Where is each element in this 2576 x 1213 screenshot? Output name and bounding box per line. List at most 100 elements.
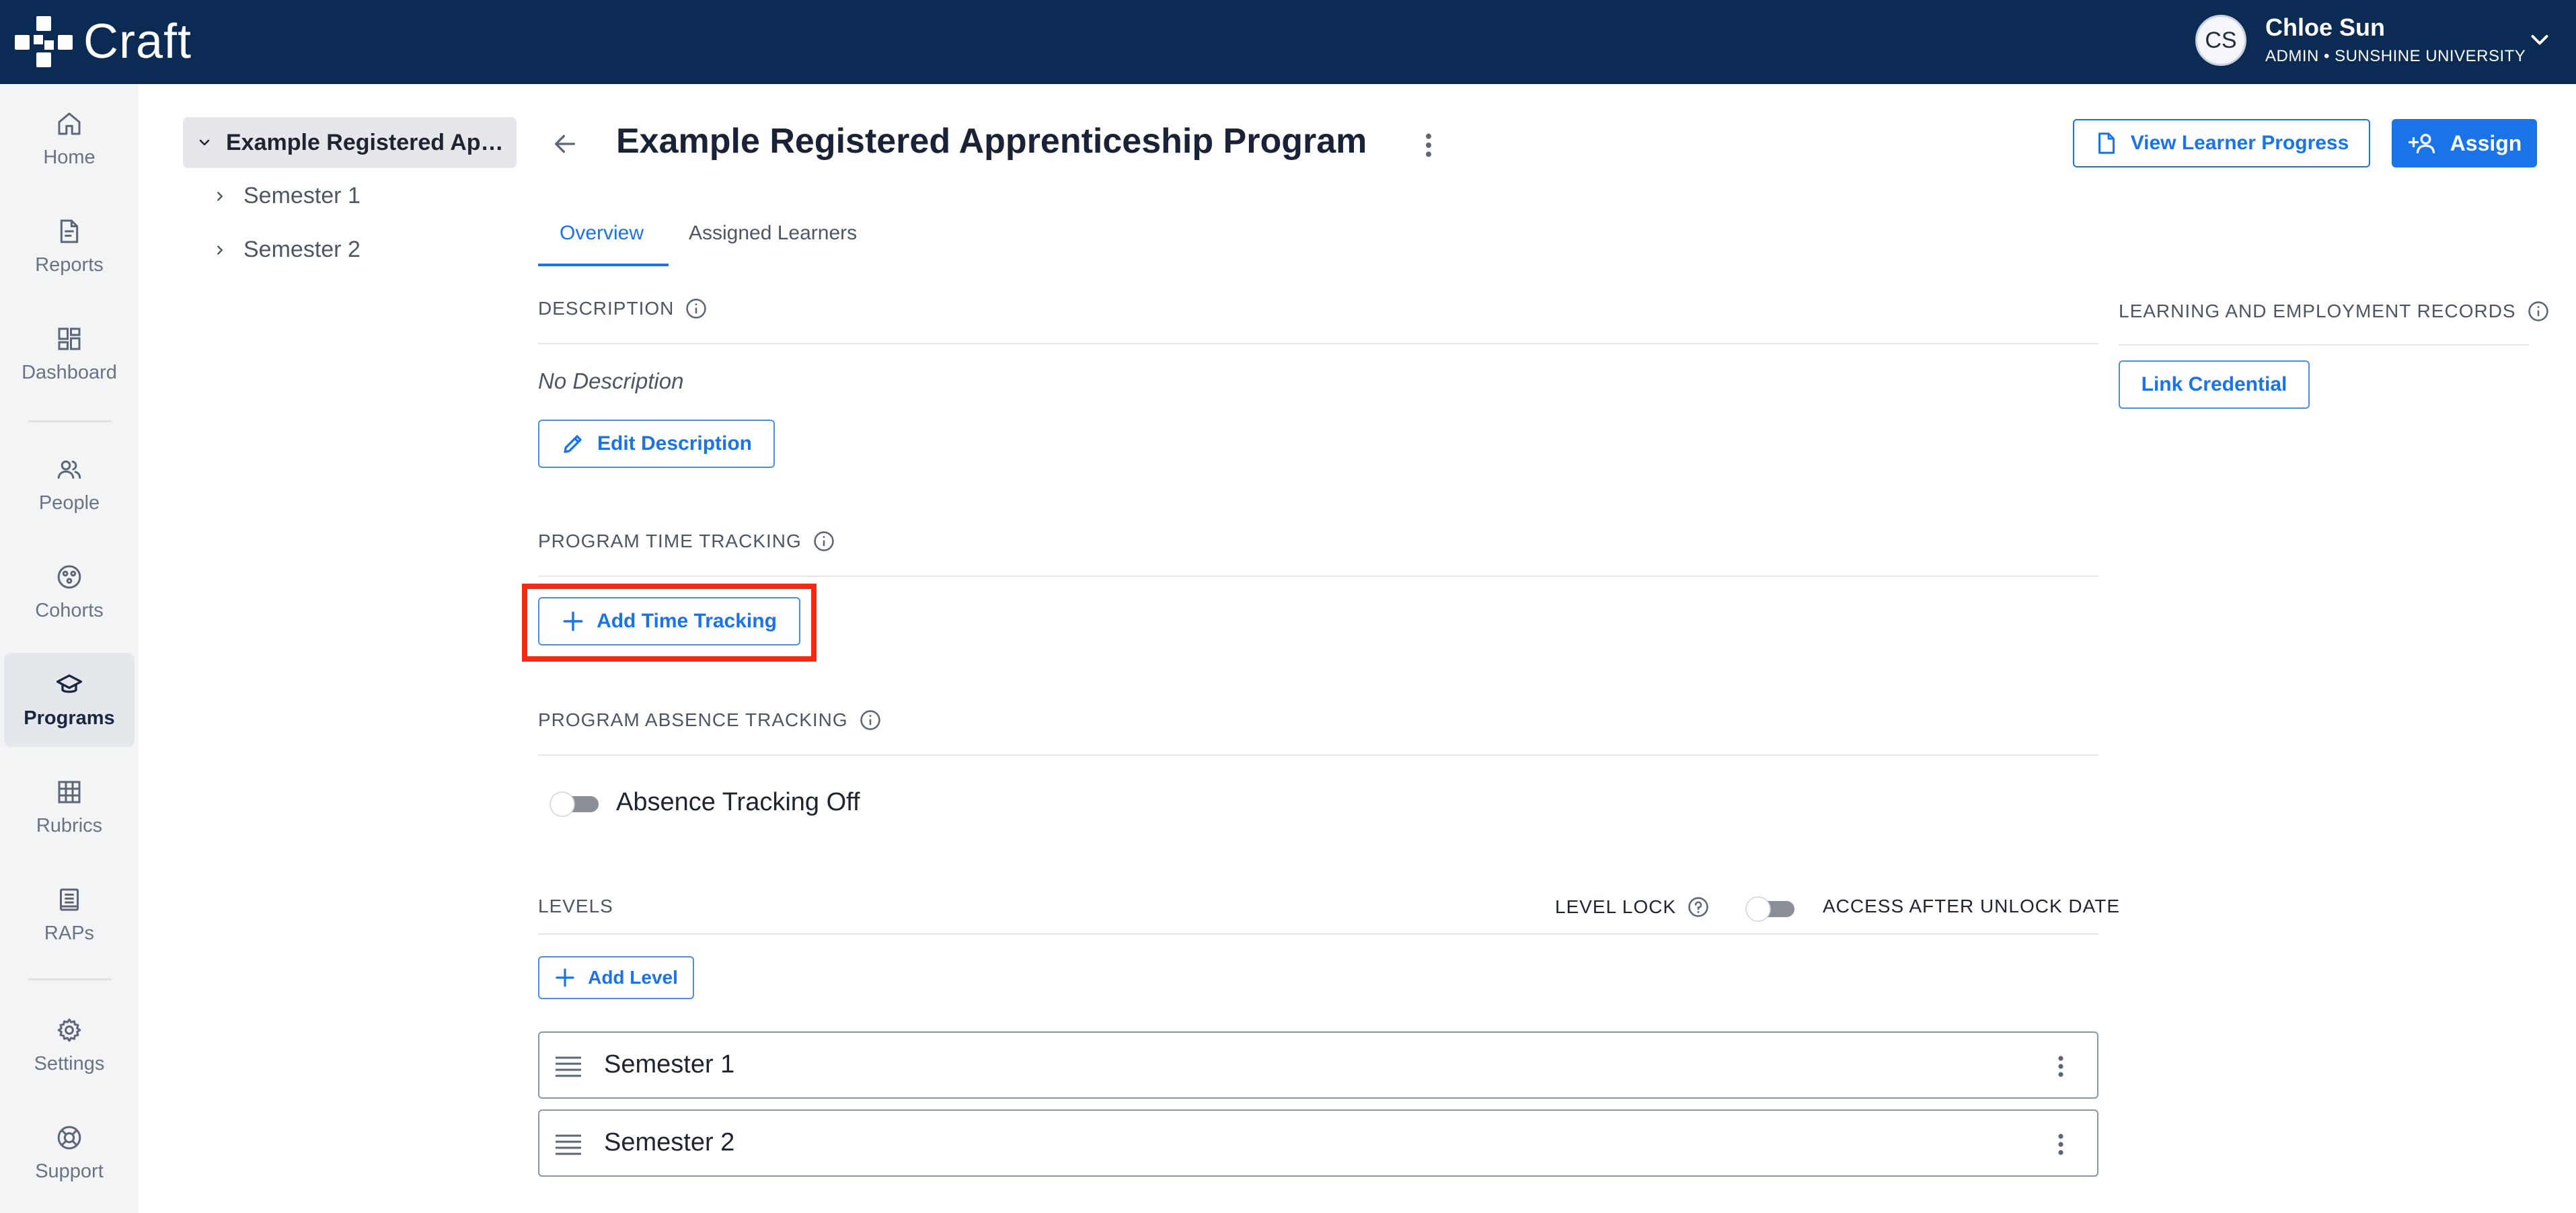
tree-item-label: Semester 2 [243, 237, 361, 262]
level-row-semester-1[interactable]: Semester 1 [538, 1031, 2098, 1099]
document-icon [2098, 132, 2115, 154]
app-name: Craft [83, 15, 192, 69]
view-learner-progress-label: View Learner Progress [2130, 132, 2349, 154]
sidebar-item-programs[interactable]: Programs [4, 653, 135, 747]
plus-icon [556, 968, 574, 987]
divider [538, 933, 2098, 935]
active-tab-indicator [538, 264, 669, 266]
info-icon[interactable] [2527, 300, 2550, 323]
level-row-semester-2[interactable]: Semester 2 [538, 1109, 2098, 1177]
info-icon[interactable] [812, 530, 835, 553]
sidebar-item-people[interactable]: People [4, 438, 135, 532]
document-icon [60, 219, 79, 243]
craft-logo-icon [15, 16, 73, 67]
absence-tracking-toggle[interactable] [547, 788, 603, 818]
edit-description-label: Edit Description [597, 432, 753, 455]
tree-root-item[interactable]: Example Registered Apprenticeship Progra… [183, 117, 517, 168]
level-lock-text: LEVEL LOCK [1555, 896, 1677, 917]
sidebar-item-cohorts[interactable]: Cohorts [4, 545, 135, 639]
chevron-down-icon[interactable] [196, 134, 213, 151]
level-lock-label: LEVEL LOCK [1555, 896, 1710, 918]
more-options-icon[interactable] [2054, 1132, 2068, 1157]
grid-icon [58, 781, 81, 803]
time-tracking-heading: PROGRAM TIME TRACKING [538, 530, 835, 553]
sidebar-item-label: Support [35, 1160, 104, 1182]
drag-handle-icon[interactable] [554, 1134, 582, 1155]
access-after-unlock-label: ACCESS AFTER UNLOCK DATE [1823, 896, 2121, 916]
sidebar-item-label: Home [43, 146, 96, 168]
avatar[interactable]: CS [2195, 15, 2246, 66]
dashboard-icon [58, 327, 81, 350]
pencil-icon [564, 435, 582, 453]
gear-icon [57, 1018, 81, 1042]
sidebar-item-settings[interactable]: Settings [4, 999, 135, 1093]
lifebuoy-icon [57, 1126, 81, 1149]
description-heading-text: DESCRIPTION [538, 298, 675, 319]
info-icon[interactable] [859, 709, 882, 732]
sidebar-item-dashboard[interactable]: Dashboard [4, 307, 135, 401]
divider [538, 754, 2098, 756]
sidebar-item-label: Cohorts [35, 599, 104, 621]
sidebar: Home Reports Dashboard People Cohorts Pr… [0, 84, 139, 1213]
add-level-label: Add Level [588, 967, 678, 988]
user-name[interactable]: Chloe Sun [2265, 13, 2385, 42]
sidebar-item-home[interactable]: Home [4, 92, 135, 186]
level-name: Semester 2 [604, 1128, 735, 1157]
tree-item-semester-2[interactable]: Semester 2 [213, 237, 361, 263]
user-role: ADMIN • SUNSHINE UNIVERSITY [2265, 47, 2526, 65]
ler-heading: LEARNING AND EMPLOYMENT RECORDS [2119, 300, 2550, 323]
chevron-right-icon[interactable] [213, 243, 227, 258]
time-tracking-heading-text: PROGRAM TIME TRACKING [538, 531, 802, 551]
absence-tracking-heading-text: PROGRAM ABSENCE TRACKING [538, 709, 848, 730]
description-heading: DESCRIPTION [538, 297, 708, 320]
sidebar-item-label: Dashboard [22, 361, 117, 383]
tree-item-label: Semester 1 [243, 183, 361, 208]
divider [538, 343, 2098, 344]
more-options-icon[interactable] [1420, 132, 1437, 159]
sidebar-item-raps[interactable]: RAPs [4, 868, 135, 962]
assign-label: Assign [2450, 130, 2522, 155]
edit-description-button[interactable]: Edit Description [538, 420, 775, 468]
level-name: Semester 1 [604, 1050, 735, 1079]
drag-handle-icon[interactable] [554, 1056, 582, 1077]
sidebar-item-label: Rubrics [36, 814, 103, 836]
tab-assigned-learners[interactable]: Assigned Learners [689, 222, 857, 245]
sidebar-item-label: Reports [35, 253, 104, 276]
sidebar-item-label: Programs [24, 707, 115, 729]
access-after-unlock-toggle[interactable] [1743, 893, 1798, 923]
divider [538, 576, 2098, 577]
divider [2119, 344, 2529, 346]
tab-overview[interactable]: Overview [560, 222, 644, 245]
sidebar-item-reports[interactable]: Reports [4, 200, 135, 294]
link-credential-button[interactable]: Link Credential [2119, 360, 2310, 409]
add-level-button[interactable]: Add Level [538, 956, 694, 999]
sidebar-divider [28, 420, 112, 422]
more-options-icon[interactable] [2054, 1054, 2068, 1079]
craft-logo[interactable]: Craft [13, 15, 192, 69]
graduation-cap-icon [56, 674, 83, 693]
add-person-icon [2408, 134, 2435, 154]
sidebar-item-label: Settings [34, 1052, 105, 1074]
sidebar-divider [28, 978, 112, 980]
annotation-highlight-box [522, 584, 817, 662]
sidebar-item-label: RAPs [44, 922, 95, 944]
clipboard-icon [60, 888, 79, 910]
tree-root-label: Example Registered Apprenticeship Progra… [226, 129, 515, 155]
sidebar-item-support[interactable]: Support [4, 1106, 135, 1200]
chevron-right-icon[interactable] [213, 189, 227, 204]
info-icon[interactable] [685, 297, 708, 320]
top-bar: Craft CS Chloe Sun ADMIN • SUNSHINE UNIV… [0, 0, 2576, 84]
assign-button[interactable]: Assign [2392, 119, 2537, 167]
tree-item-semester-1[interactable]: Semester 1 [213, 183, 361, 209]
cohorts-icon [57, 565, 81, 588]
people-icon [57, 460, 81, 479]
description-value: No Description [538, 368, 684, 393]
levels-heading: LEVELS [538, 896, 613, 916]
home-icon [58, 112, 81, 134]
absence-tracking-label: Absence Tracking Off [616, 788, 860, 816]
chevron-down-icon[interactable] [2528, 28, 2552, 52]
sidebar-item-rubrics[interactable]: Rubrics [4, 760, 135, 855]
view-learner-progress-button[interactable]: View Learner Progress [2073, 119, 2370, 167]
back-arrow-icon[interactable] [550, 130, 580, 157]
help-icon[interactable] [1687, 896, 1710, 918]
